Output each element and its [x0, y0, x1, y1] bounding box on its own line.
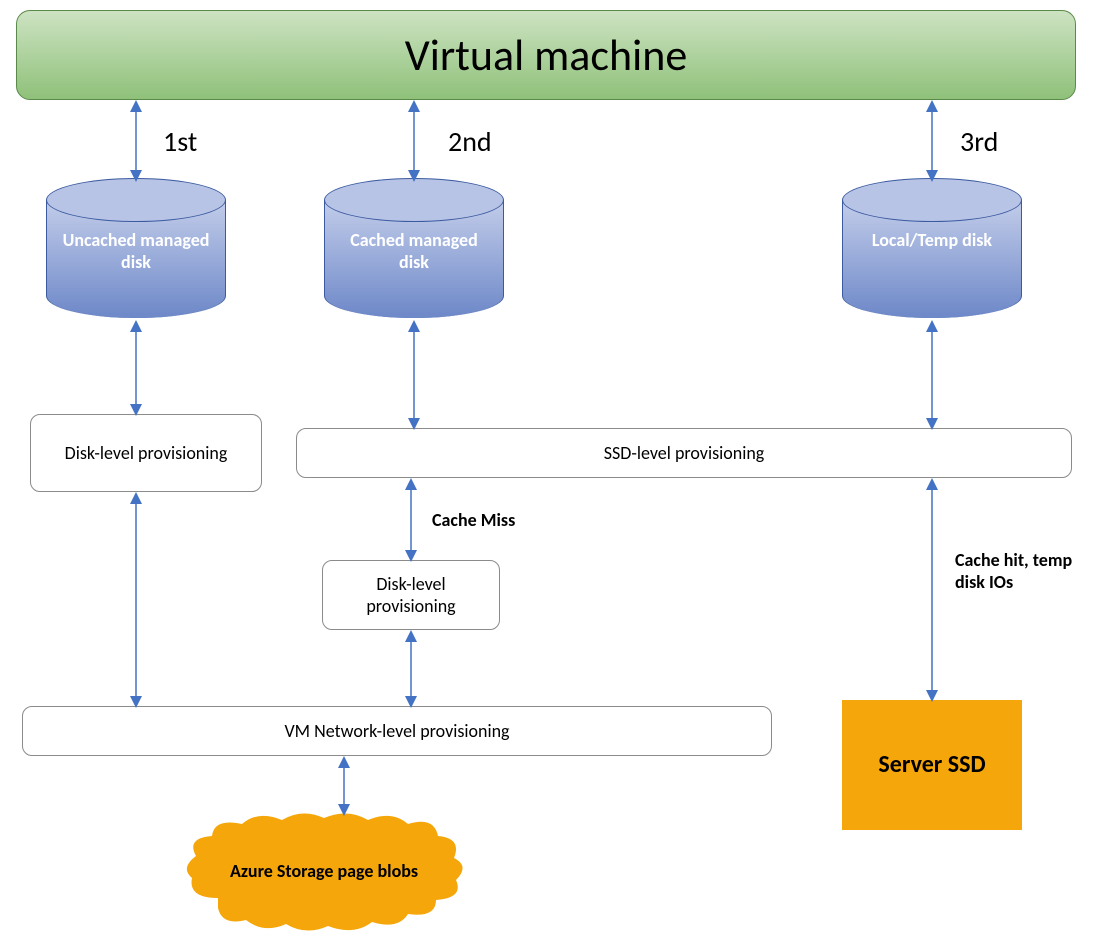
- arrow-vm-uncached: [128, 100, 144, 182]
- ordinal-third: 3rd: [960, 124, 998, 159]
- box-ssd-level: SSD-level provisioning: [296, 428, 1072, 478]
- box-vm-network: VM Network-level provisioning: [22, 706, 772, 756]
- box-ssd-level-label: SSD-level provisioning: [604, 442, 765, 464]
- box-disk-level-mid-label: Disk-level provisioning: [331, 573, 491, 617]
- arrow-vmnetwork-cloud: [336, 756, 352, 816]
- arrow-local-ssdlevel: [924, 320, 940, 430]
- vm-header-title: Virtual machine: [405, 28, 687, 82]
- arrow-cached-ssdlevel: [406, 320, 422, 430]
- ordinal-second: 2nd: [448, 124, 492, 159]
- ordinal-first: 1st: [163, 124, 197, 159]
- arrow-disklevel-vmnetwork: [128, 492, 144, 708]
- box-disk-level-mid: Disk-level provisioning: [322, 560, 500, 630]
- cylinder-cached-disk: Cached managed disk: [324, 178, 504, 318]
- box-disk-level-left-label: Disk-level provisioning: [65, 442, 228, 464]
- cylinder-local-disk: Local/Temp disk: [842, 178, 1022, 318]
- box-server-ssd: Server SSD: [842, 700, 1022, 830]
- arrow-vm-local: [924, 100, 940, 182]
- box-server-ssd-label: Server SSD: [878, 751, 985, 780]
- annotation-cache-miss: Cache Miss: [432, 510, 515, 532]
- box-disk-level-left: Disk-level provisioning: [30, 414, 262, 492]
- arrow-ssdlevel-disklevelmid: [403, 478, 419, 562]
- arrow-vm-cached: [406, 100, 422, 182]
- cylinder-cached-label: Cached managed disk: [324, 230, 504, 273]
- annotation-cache-hit: Cache hit, temp disk IOs: [955, 550, 1085, 593]
- cylinder-uncached-label: Uncached managed disk: [46, 230, 226, 273]
- vm-header-box: Virtual machine: [16, 10, 1076, 100]
- cloud-label: Azure Storage page blobs: [230, 861, 418, 883]
- arrow-ssdlevel-serverssd: [924, 478, 940, 702]
- arrow-disklevelmid-vmnetwork: [403, 630, 419, 708]
- cloud-azure-storage: Azure Storage page blobs: [178, 808, 470, 936]
- arrow-uncached-disklevel: [128, 320, 144, 416]
- box-vm-network-label: VM Network-level provisioning: [284, 720, 509, 742]
- cylinder-uncached-disk: Uncached managed disk: [46, 178, 226, 318]
- cylinder-local-label: Local/Temp disk: [842, 230, 1022, 252]
